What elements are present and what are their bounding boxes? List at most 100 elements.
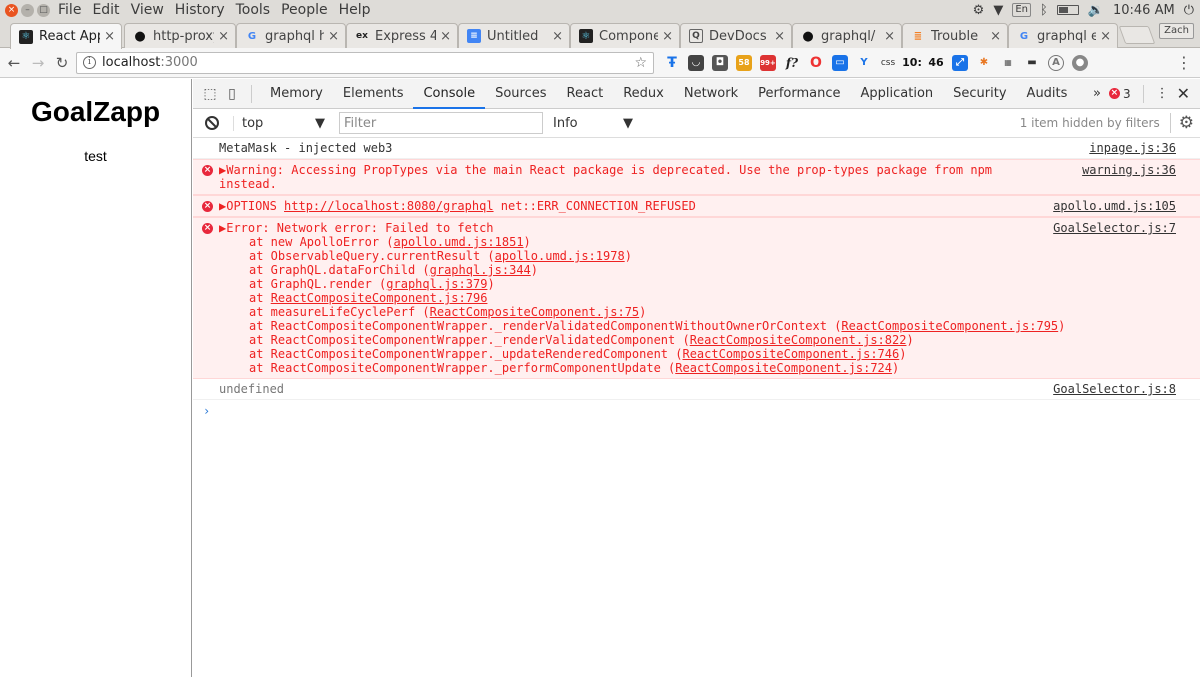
stack-frame-link[interactable]: ReactCompositeComponent.js:75 [430, 305, 640, 319]
close-window-icon[interactable]: × [5, 3, 18, 17]
opera-icon[interactable]: O [808, 55, 824, 71]
info-icon[interactable]: i [83, 56, 96, 69]
menu-view[interactable]: View [131, 2, 164, 18]
forward-arrow-icon[interactable]: → [28, 54, 48, 72]
wifi-icon[interactable]: ▼ [993, 3, 1003, 18]
window-icon[interactable]: ▭ [832, 54, 848, 71]
tab-elements[interactable]: Elements [333, 79, 414, 109]
extension-counter-1[interactable]: 10: [902, 55, 922, 71]
stack-frame-link[interactable]: ReactCompositeComponent.js:822 [690, 333, 907, 347]
browser-tab[interactable]: ⚛ Compone × [570, 23, 680, 48]
profile-button[interactable]: Zach [1159, 23, 1194, 39]
power-icon[interactable]: ⏻ [1184, 3, 1194, 18]
close-tab-icon[interactable]: × [328, 29, 339, 44]
resize-icon[interactable]: ⤢ [952, 54, 968, 71]
context-selector[interactable]: top ▼ [233, 115, 325, 131]
stack-frame-link[interactable]: apollo.umd.js:1851 [394, 235, 524, 249]
more-tabs-icon[interactable]: » [1093, 86, 1101, 101]
bluetooth-icon[interactable]: ᛒ [1040, 3, 1048, 18]
browser-tab[interactable]: ≡ Untitled × [458, 23, 570, 48]
cast-icon[interactable]: ▬ [1024, 55, 1040, 71]
extension-avatar-icon[interactable]: ● [1072, 54, 1088, 71]
extension-t-icon[interactable]: Ŧ [664, 55, 680, 71]
extension-fox-icon[interactable]: ✱ [976, 55, 992, 71]
tab-memory[interactable]: Memory [260, 79, 333, 109]
maximize-window-icon[interactable]: □ [37, 3, 50, 17]
close-tab-icon[interactable]: × [774, 29, 785, 44]
extension-counter-2[interactable]: 46 [928, 55, 944, 71]
tab-performance[interactable]: Performance [748, 79, 850, 109]
menu-help[interactable]: Help [339, 2, 371, 18]
tab-network[interactable]: Network [674, 79, 748, 109]
minimize-window-icon[interactable]: – [21, 3, 34, 17]
error-count-badge[interactable]: × 3 [1108, 87, 1131, 101]
tab-console[interactable]: Console [413, 79, 486, 109]
devtools-menu-icon[interactable]: ⋮ [1156, 86, 1169, 101]
clear-console-icon[interactable] [205, 116, 219, 130]
source-link[interactable]: apollo.umd.js:105 [1053, 199, 1176, 213]
tab-application[interactable]: Application [851, 79, 944, 109]
pocket-icon[interactable]: ◡ [688, 54, 704, 71]
browser-tab[interactable]: G graphql e × [1008, 23, 1118, 48]
browser-tab[interactable]: Q DevDocs × [680, 23, 792, 48]
extension-y-icon[interactable]: Y [856, 55, 872, 71]
tab-redux[interactable]: Redux [613, 79, 674, 109]
tab-sources[interactable]: Sources [485, 79, 556, 109]
menu-file[interactable]: File [58, 2, 81, 18]
stack-frame-link[interactable]: graphql.js:379 [386, 277, 487, 291]
stack-frame-link[interactable]: ReactCompositeComponent.js:746 [682, 347, 899, 361]
back-arrow-icon[interactable]: ← [4, 54, 24, 72]
bookmark-star-icon[interactable]: ☆ [634, 55, 647, 71]
source-link[interactable]: GoalSelector.js:8 [1053, 382, 1176, 396]
inspect-element-icon[interactable]: ⬚ [199, 86, 221, 102]
stack-frame-link[interactable]: ReactCompositeComponent.js:796 [271, 291, 488, 305]
device-toolbar-icon[interactable]: ▯ [221, 86, 243, 102]
settings-gear-icon[interactable]: ⚙ [973, 3, 985, 18]
source-link[interactable]: warning.js:36 [1082, 163, 1176, 177]
message-prefix[interactable]: ▶OPTIONS [219, 199, 284, 213]
close-tab-icon[interactable]: × [662, 29, 673, 44]
browser-tab[interactable]: ex Express 4 × [346, 23, 458, 48]
browser-tab[interactable]: ● http-proxy × [124, 23, 236, 48]
close-tab-icon[interactable]: × [440, 29, 451, 44]
weather-icon[interactable]: 58 [736, 54, 752, 71]
console-settings-gear-icon[interactable]: ⚙ [1169, 113, 1194, 133]
extension-a-icon[interactable]: A [1048, 54, 1064, 71]
console-filter-input[interactable] [339, 112, 543, 134]
browser-tab[interactable]: ⚛ React App × [10, 23, 122, 49]
close-tab-icon[interactable]: × [104, 29, 115, 44]
menu-tools[interactable]: Tools [236, 2, 271, 18]
volume-icon[interactable]: 🔉 [1088, 3, 1104, 18]
new-tab-button[interactable] [1118, 26, 1156, 44]
menu-edit[interactable]: Edit [92, 2, 119, 18]
stack-frame-link[interactable]: graphql.js:344 [430, 263, 531, 277]
browser-menu-icon[interactable]: ⋮ [1176, 53, 1192, 72]
extension-shield-icon[interactable]: ◘ [712, 54, 728, 71]
tab-security[interactable]: Security [943, 79, 1016, 109]
log-level-selector[interactable]: Info ▼ [553, 116, 633, 131]
extension-grid-icon[interactable]: ▦ [1000, 55, 1016, 71]
close-tab-icon[interactable]: × [990, 29, 1001, 44]
menu-people[interactable]: People [281, 2, 328, 18]
tab-react[interactable]: React [557, 79, 614, 109]
browser-tab[interactable]: ≣ Trouble × [902, 23, 1008, 48]
css-icon[interactable]: css [880, 55, 896, 71]
console-prompt[interactable]: › [193, 400, 1200, 418]
close-tab-icon[interactable]: × [218, 29, 229, 44]
battery-icon[interactable] [1056, 5, 1079, 15]
function-icon[interactable]: f? [784, 55, 800, 71]
reload-icon[interactable]: ↻ [52, 54, 72, 72]
close-tab-icon[interactable]: × [884, 29, 895, 44]
browser-tab[interactable]: ● graphql/ × [792, 23, 902, 48]
menu-history[interactable]: History [175, 2, 225, 18]
source-link[interactable]: inpage.js:36 [1089, 141, 1176, 155]
close-devtools-icon[interactable]: ✕ [1177, 84, 1190, 103]
clock[interactable]: 10:46 AM [1113, 3, 1175, 18]
mail-icon[interactable]: 99+ [760, 54, 776, 71]
keyboard-layout-indicator[interactable]: En [1012, 3, 1031, 17]
source-link[interactable]: GoalSelector.js:7 [1053, 221, 1176, 235]
tab-audits[interactable]: Audits [1017, 79, 1078, 109]
browser-tab[interactable]: G graphql h × [236, 23, 346, 48]
stack-frame-link[interactable]: apollo.umd.js:1978 [495, 249, 625, 263]
address-bar[interactable]: i localhost :3000 ☆ [76, 51, 654, 74]
